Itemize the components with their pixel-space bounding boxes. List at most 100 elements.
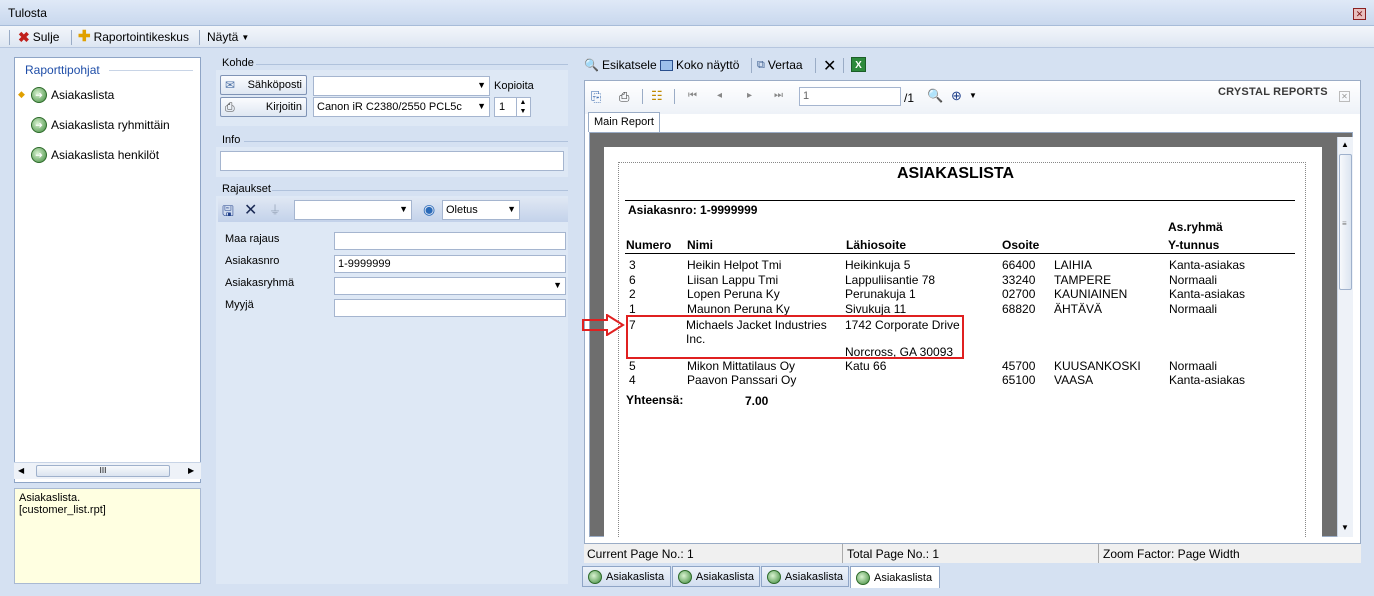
- column-header-name: Nimi: [687, 238, 714, 252]
- cell-city: KUUSANKOSKI: [1054, 359, 1141, 373]
- page-number-input[interactable]: 1: [799, 87, 901, 106]
- cell-street: Heikinkuja 5: [845, 258, 911, 272]
- group-tree-icon[interactable]: ☷: [651, 88, 663, 104]
- preview-icon: 🔍: [584, 58, 599, 72]
- zoom-status: Zoom Factor: Page Width: [1103, 547, 1240, 561]
- report-tabs: Asiakaslista Asiakaslista Asiakaslista A…: [582, 566, 942, 588]
- cell-group: Normaali: [1169, 302, 1218, 316]
- first-page-icon[interactable]: ⏮: [688, 90, 697, 101]
- cell-zip: 45700: [1002, 359, 1036, 373]
- previous-page-icon[interactable]: ◂: [717, 90, 722, 101]
- printer-combo-value: Canon iR C2380/2550 PCL5c: [317, 101, 462, 113]
- export-icon[interactable]: ⎘: [591, 89, 601, 105]
- main-report-tab[interactable]: Main Report: [588, 112, 660, 132]
- excel-export-icon[interactable]: X: [851, 57, 866, 72]
- report-tab-active[interactable]: Asiakaslista: [850, 566, 940, 588]
- cell-name: Mikon Mittatilaus Oy: [687, 359, 796, 373]
- fullscreen-label: Koko näyttö: [676, 58, 740, 72]
- print-icon[interactable]: ⎙: [619, 89, 629, 105]
- last-page-icon[interactable]: ⏭: [774, 90, 783, 101]
- report-icon: ➔: [31, 117, 47, 133]
- cell-number: 5: [629, 359, 636, 373]
- next-page-icon[interactable]: ▸: [747, 90, 752, 101]
- report-divider: [625, 200, 1295, 201]
- compare-button[interactable]: ⧉ Vertaa: [757, 58, 803, 72]
- printer-button[interactable]: ⎙ Kirjoitin: [220, 97, 307, 117]
- total-label: Yhteensä:: [626, 393, 684, 407]
- globe-icon[interactable]: ◉: [423, 201, 435, 218]
- info-field[interactable]: [220, 151, 564, 171]
- filter-value[interactable]: [334, 232, 566, 250]
- copies-label: Kopioita: [494, 80, 534, 92]
- close-report-icon[interactable]: ✕: [823, 56, 836, 76]
- template-item[interactable]: ➔ Asiakaslista: [31, 87, 114, 103]
- view-menu-button[interactable]: Näytä ▼: [207, 30, 249, 44]
- column-header-business-id: Y-tunnus: [1168, 238, 1220, 252]
- chevron-down-icon: ▼: [477, 101, 486, 111]
- chevron-down-icon: ▼: [477, 80, 486, 90]
- scroll-down-icon[interactable]: ▼: [1341, 523, 1349, 532]
- cell-zip: 65100: [1002, 373, 1036, 387]
- fullscreen-button[interactable]: Koko näyttö: [660, 58, 739, 72]
- vertical-scrollbar[interactable]: ▲ ≡ ▼: [1337, 137, 1353, 537]
- email-button[interactable]: ✉ Sähköposti: [220, 75, 307, 95]
- delete-icon[interactable]: ✕: [244, 200, 257, 220]
- filter-value-select[interactable]: ▼: [334, 277, 566, 295]
- scroll-thumb[interactable]: III: [36, 465, 170, 477]
- cell-group: Normaali: [1169, 359, 1218, 373]
- filter-label: Asiakasryhmä: [225, 277, 295, 289]
- printer-select[interactable]: Canon iR C2380/2550 PCL5c ▼: [313, 97, 490, 117]
- cell-city: LAIHIA: [1054, 258, 1093, 272]
- filter-label: Maa rajaus: [225, 233, 280, 245]
- copies-stepper[interactable]: 1 ▲ ▼: [494, 97, 531, 117]
- template-item[interactable]: ➔ Asiakaslista henkilöt: [31, 147, 159, 163]
- cell-number: 6: [629, 273, 636, 287]
- filter-label: Asiakasnro: [225, 255, 280, 267]
- cell-zip: 33240: [1002, 273, 1036, 287]
- save-icon[interactable]: 🖫: [222, 201, 234, 225]
- toolbar-separator: [199, 30, 200, 45]
- stepper-arrows-icon[interactable]: ▲ ▼: [516, 98, 529, 116]
- templates-header: Raporttipohjat: [25, 63, 100, 77]
- email-button-label: Sähköposti: [247, 79, 302, 91]
- close-icon[interactable]: ✕: [1339, 91, 1350, 102]
- report-center-button[interactable]: ✚ Raportointikeskus: [78, 29, 189, 44]
- preset-select[interactable]: Oletus ▼: [442, 200, 520, 220]
- template-item[interactable]: ➔ Asiakaslista ryhmittäin: [31, 117, 170, 133]
- cell-zip: 68820: [1002, 302, 1036, 316]
- scroll-right-icon[interactable]: ▶: [188, 466, 194, 475]
- cell-city: TAMPERE: [1054, 273, 1112, 287]
- horizontal-scrollbar[interactable]: ◀ III ▶: [14, 462, 201, 479]
- email-icon: ✉: [225, 78, 236, 92]
- email-recipient-select[interactable]: ▼: [313, 76, 490, 96]
- filter-icon[interactable]: ⏚: [269, 201, 281, 218]
- scroll-up-icon[interactable]: ▲: [1341, 140, 1349, 149]
- red-x-icon: ✖: [18, 29, 30, 45]
- view-menu-label: Näytä: [207, 30, 239, 44]
- chevron-down-icon: ▼: [507, 204, 516, 214]
- crystal-toolbar: ⎘ ⎙ ☷ ⏮ ◂ ▸ ⏭ 1 /1 🔍 ⊕ ▼ CRYSTAL REPORTS…: [585, 81, 1360, 114]
- toolbar-separator: [674, 89, 675, 104]
- filter-label: Myyjä: [225, 299, 254, 311]
- close-button[interactable]: ✖ Sulje: [18, 30, 59, 44]
- filters-group-title: Rajaukset: [222, 183, 271, 195]
- report-tab[interactable]: Asiakaslista: [672, 566, 760, 587]
- current-page-status: Current Page No.: 1: [587, 547, 694, 561]
- scroll-left-icon[interactable]: ◀: [18, 466, 24, 475]
- column-header-number: Numero: [626, 238, 672, 252]
- zoom-icon[interactable]: ⊕: [951, 88, 962, 104]
- status-bar: Current Page No.: 1 Total Page No.: 1 Zo…: [584, 543, 1361, 563]
- report-tab[interactable]: Asiakaslista: [761, 566, 849, 587]
- search-icon[interactable]: 🔍: [927, 88, 943, 104]
- report-tab-label: Asiakaslista: [874, 571, 933, 584]
- cell-group: Kanta-asiakas: [1169, 287, 1246, 301]
- report-tab[interactable]: Asiakaslista: [582, 566, 671, 587]
- close-icon[interactable]: ✕: [1353, 8, 1366, 20]
- toolbar-separator: [843, 58, 844, 73]
- report-tab-label: Asiakaslista: [784, 570, 843, 583]
- filter-value[interactable]: 1-9999999: [334, 255, 566, 273]
- chevron-down-icon[interactable]: ▼: [969, 91, 977, 100]
- filter-select[interactable]: ▼: [294, 200, 412, 220]
- filter-value[interactable]: [334, 299, 566, 317]
- preview-button[interactable]: 🔍 Esikatsele: [584, 58, 657, 72]
